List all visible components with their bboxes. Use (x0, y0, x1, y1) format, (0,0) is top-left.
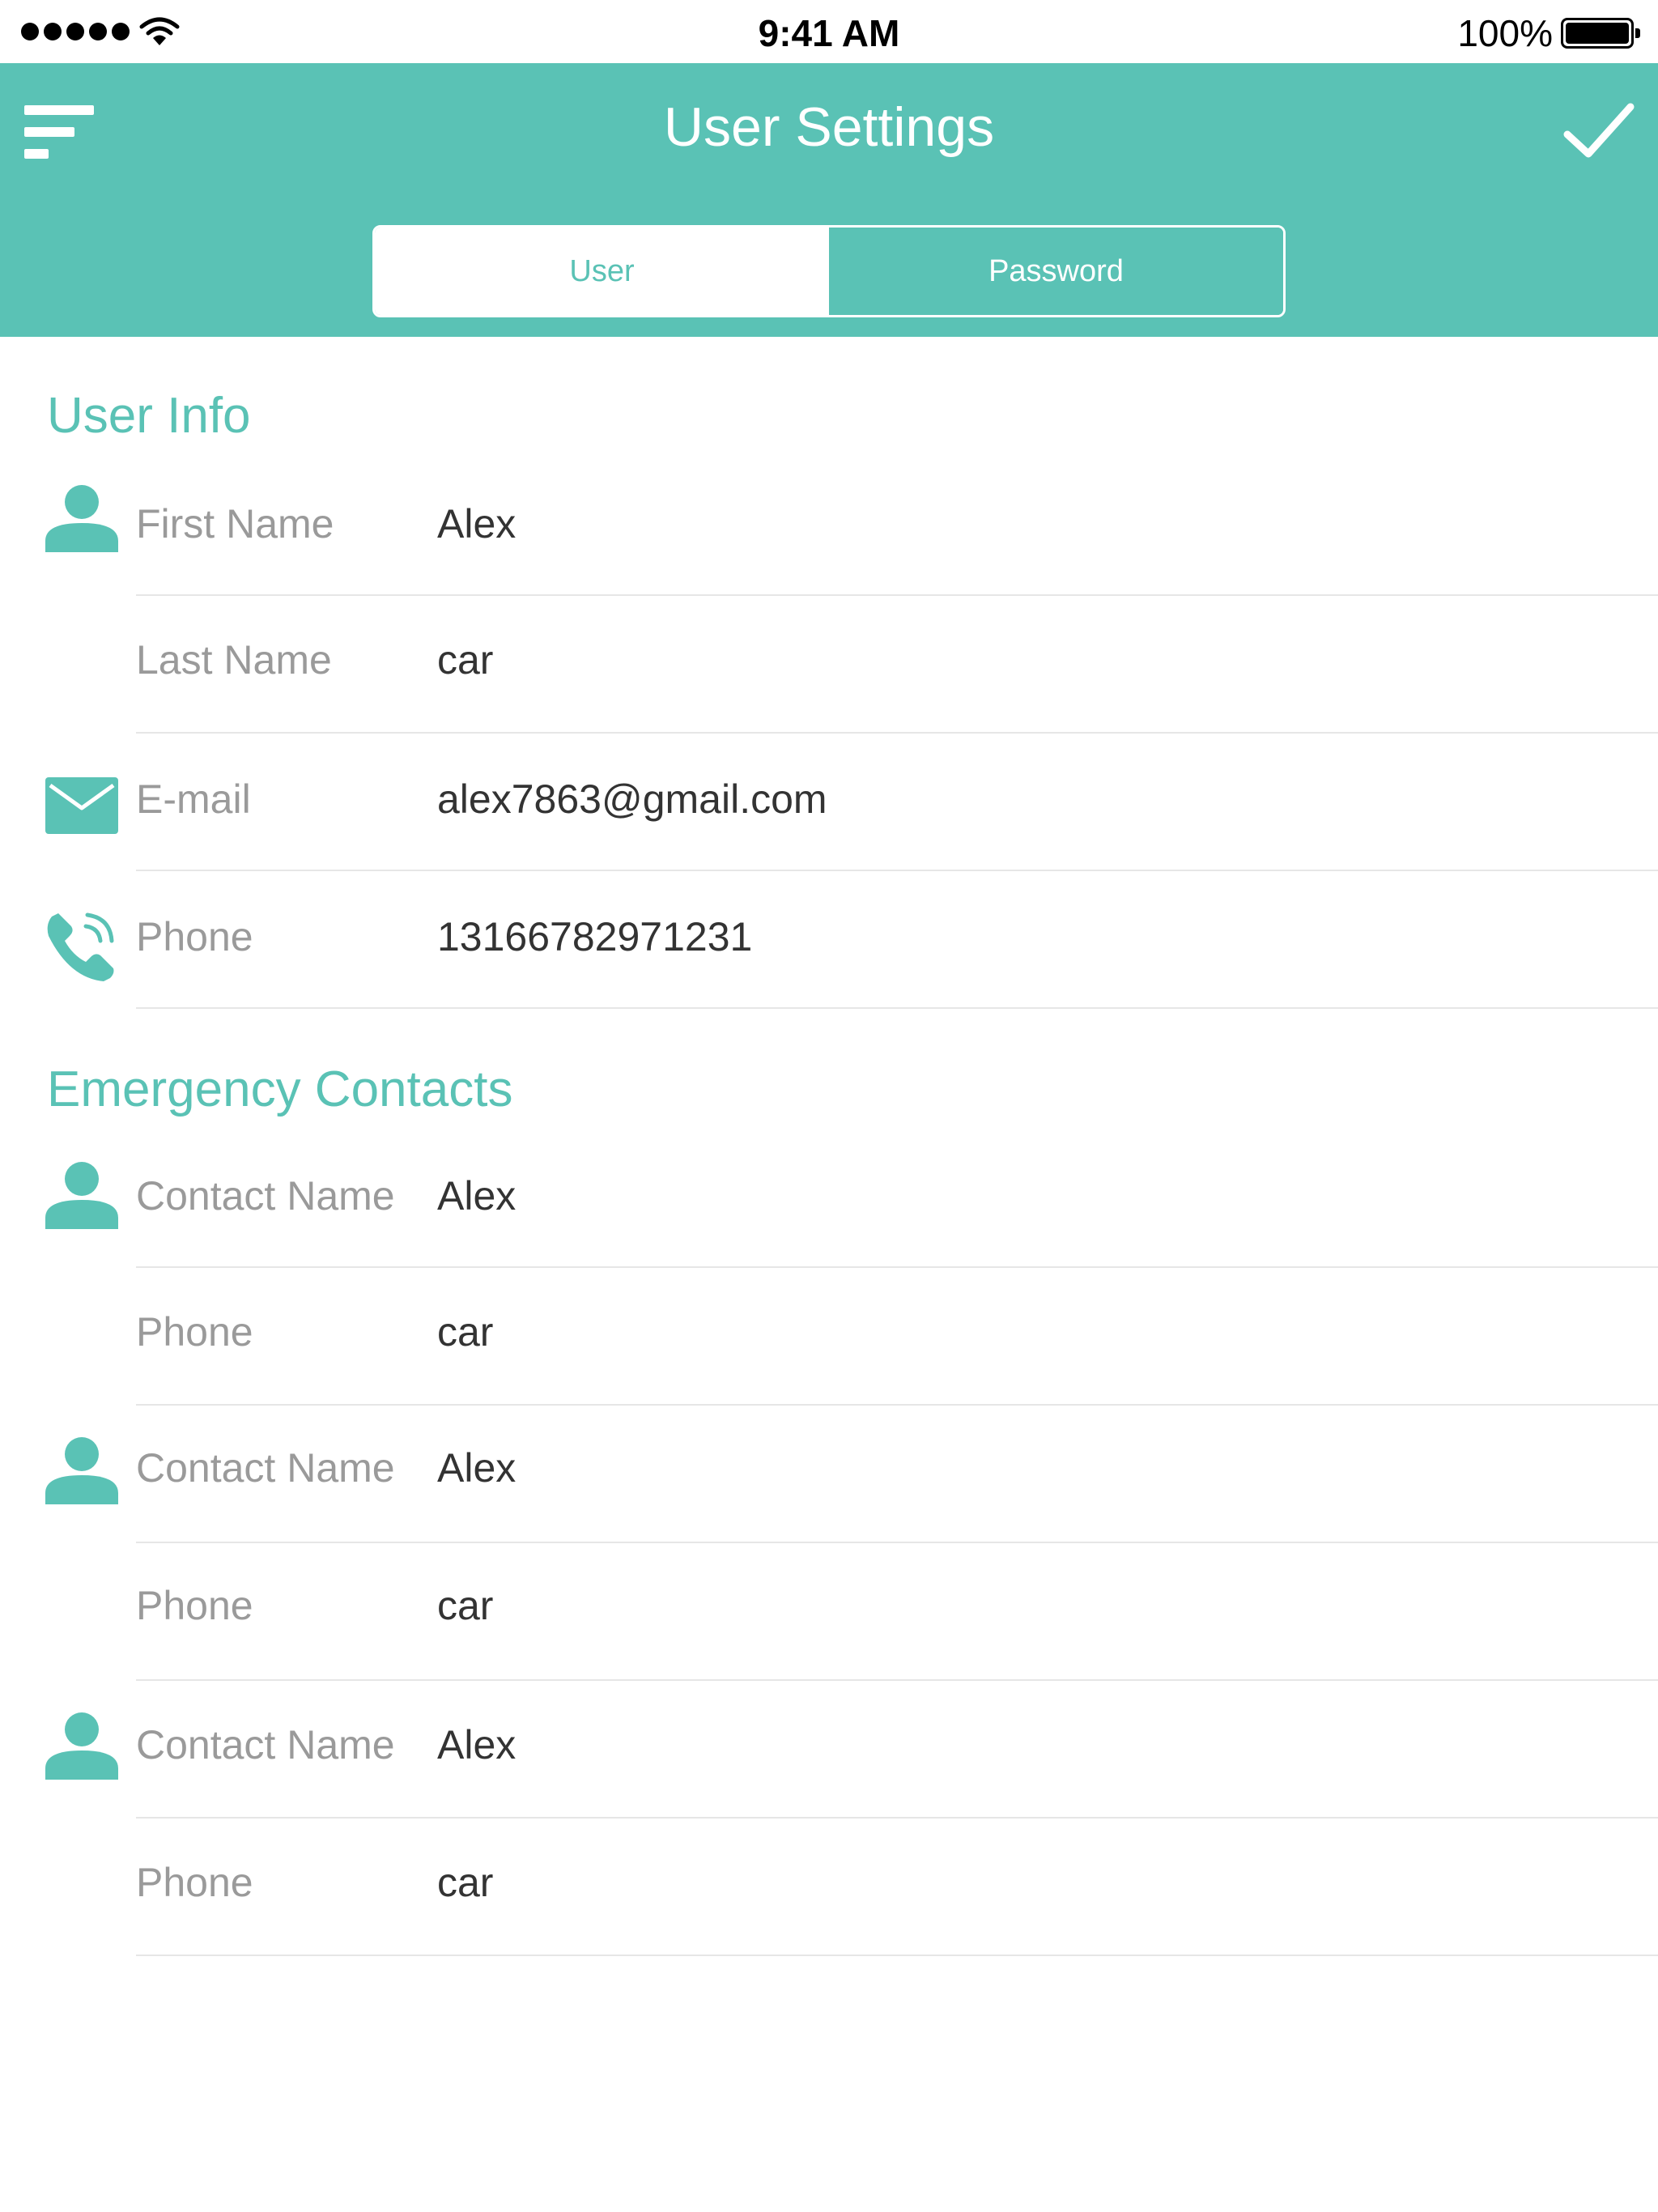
row-contact-name-3[interactable]: Contact Name Alex (0, 1681, 1658, 1819)
tab-password[interactable]: Password (829, 228, 1283, 315)
field-label: Phone (136, 1860, 253, 1905)
row-divider (136, 1955, 1658, 1956)
row-last-name[interactable]: Last Name car (0, 596, 1658, 734)
field-label: First Name (136, 501, 334, 547)
row-contact-phone-2[interactable]: Phone car (0, 1543, 1658, 1681)
tab-control: User Password (372, 225, 1286, 317)
person-icon (45, 1712, 118, 1780)
row-divider (136, 1007, 1658, 1009)
field-value[interactable]: Alex (437, 1444, 516, 1491)
field-value[interactable]: Alex (437, 1721, 516, 1768)
phone-icon (47, 912, 114, 981)
row-contact-name-2[interactable]: Contact Name Alex (0, 1406, 1658, 1543)
field-value[interactable]: alex7863@gmail.com (437, 776, 827, 823)
field-label: Phone (136, 1583, 253, 1628)
field-value[interactable]: Alex (437, 1172, 516, 1219)
battery-percentage: 100% (1457, 12, 1553, 54)
field-label: Last Name (136, 637, 332, 683)
battery-icon (1561, 18, 1640, 49)
field-label: Contact Name (136, 1173, 395, 1219)
field-value[interactable]: car (437, 636, 493, 683)
field-label: E-mail (136, 776, 251, 822)
field-value[interactable]: car (437, 1308, 493, 1355)
row-contact-name-1[interactable]: Contact Name Alex (0, 1130, 1658, 1268)
person-icon (45, 1162, 118, 1229)
section-title-emergency-contacts: Emergency Contacts (47, 1061, 513, 1117)
section-title-user-info: User Info (47, 388, 251, 444)
checkmark-icon[interactable] (1562, 99, 1635, 164)
mail-icon (45, 777, 118, 834)
field-value[interactable]: car (437, 1859, 493, 1906)
row-contact-phone-3[interactable]: Phone car (0, 1819, 1658, 1956)
field-value[interactable]: 13166782971231 (437, 913, 752, 960)
field-value[interactable]: car (437, 1582, 493, 1629)
field-label: Phone (136, 914, 253, 959)
status-bar: 9:41 AM 100% (0, 0, 1658, 63)
person-icon (45, 1437, 118, 1504)
page-title: User Settings (663, 96, 995, 158)
field-label: Contact Name (136, 1445, 395, 1491)
field-value[interactable]: Alex (437, 500, 516, 547)
row-contact-phone-1[interactable]: Phone car (0, 1268, 1658, 1406)
row-email[interactable]: E-mail alex7863@gmail.com (0, 734, 1658, 871)
field-label: Phone (136, 1309, 253, 1355)
row-first-name[interactable]: First Name Alex (0, 458, 1658, 596)
person-icon (45, 485, 118, 552)
tab-user[interactable]: User (375, 228, 829, 315)
nav-header: User Settings User Password (0, 63, 1658, 337)
status-time: 9:41 AM (758, 12, 900, 54)
row-phone[interactable]: Phone 13166782971231 (0, 871, 1658, 1009)
field-label: Contact Name (136, 1722, 395, 1767)
